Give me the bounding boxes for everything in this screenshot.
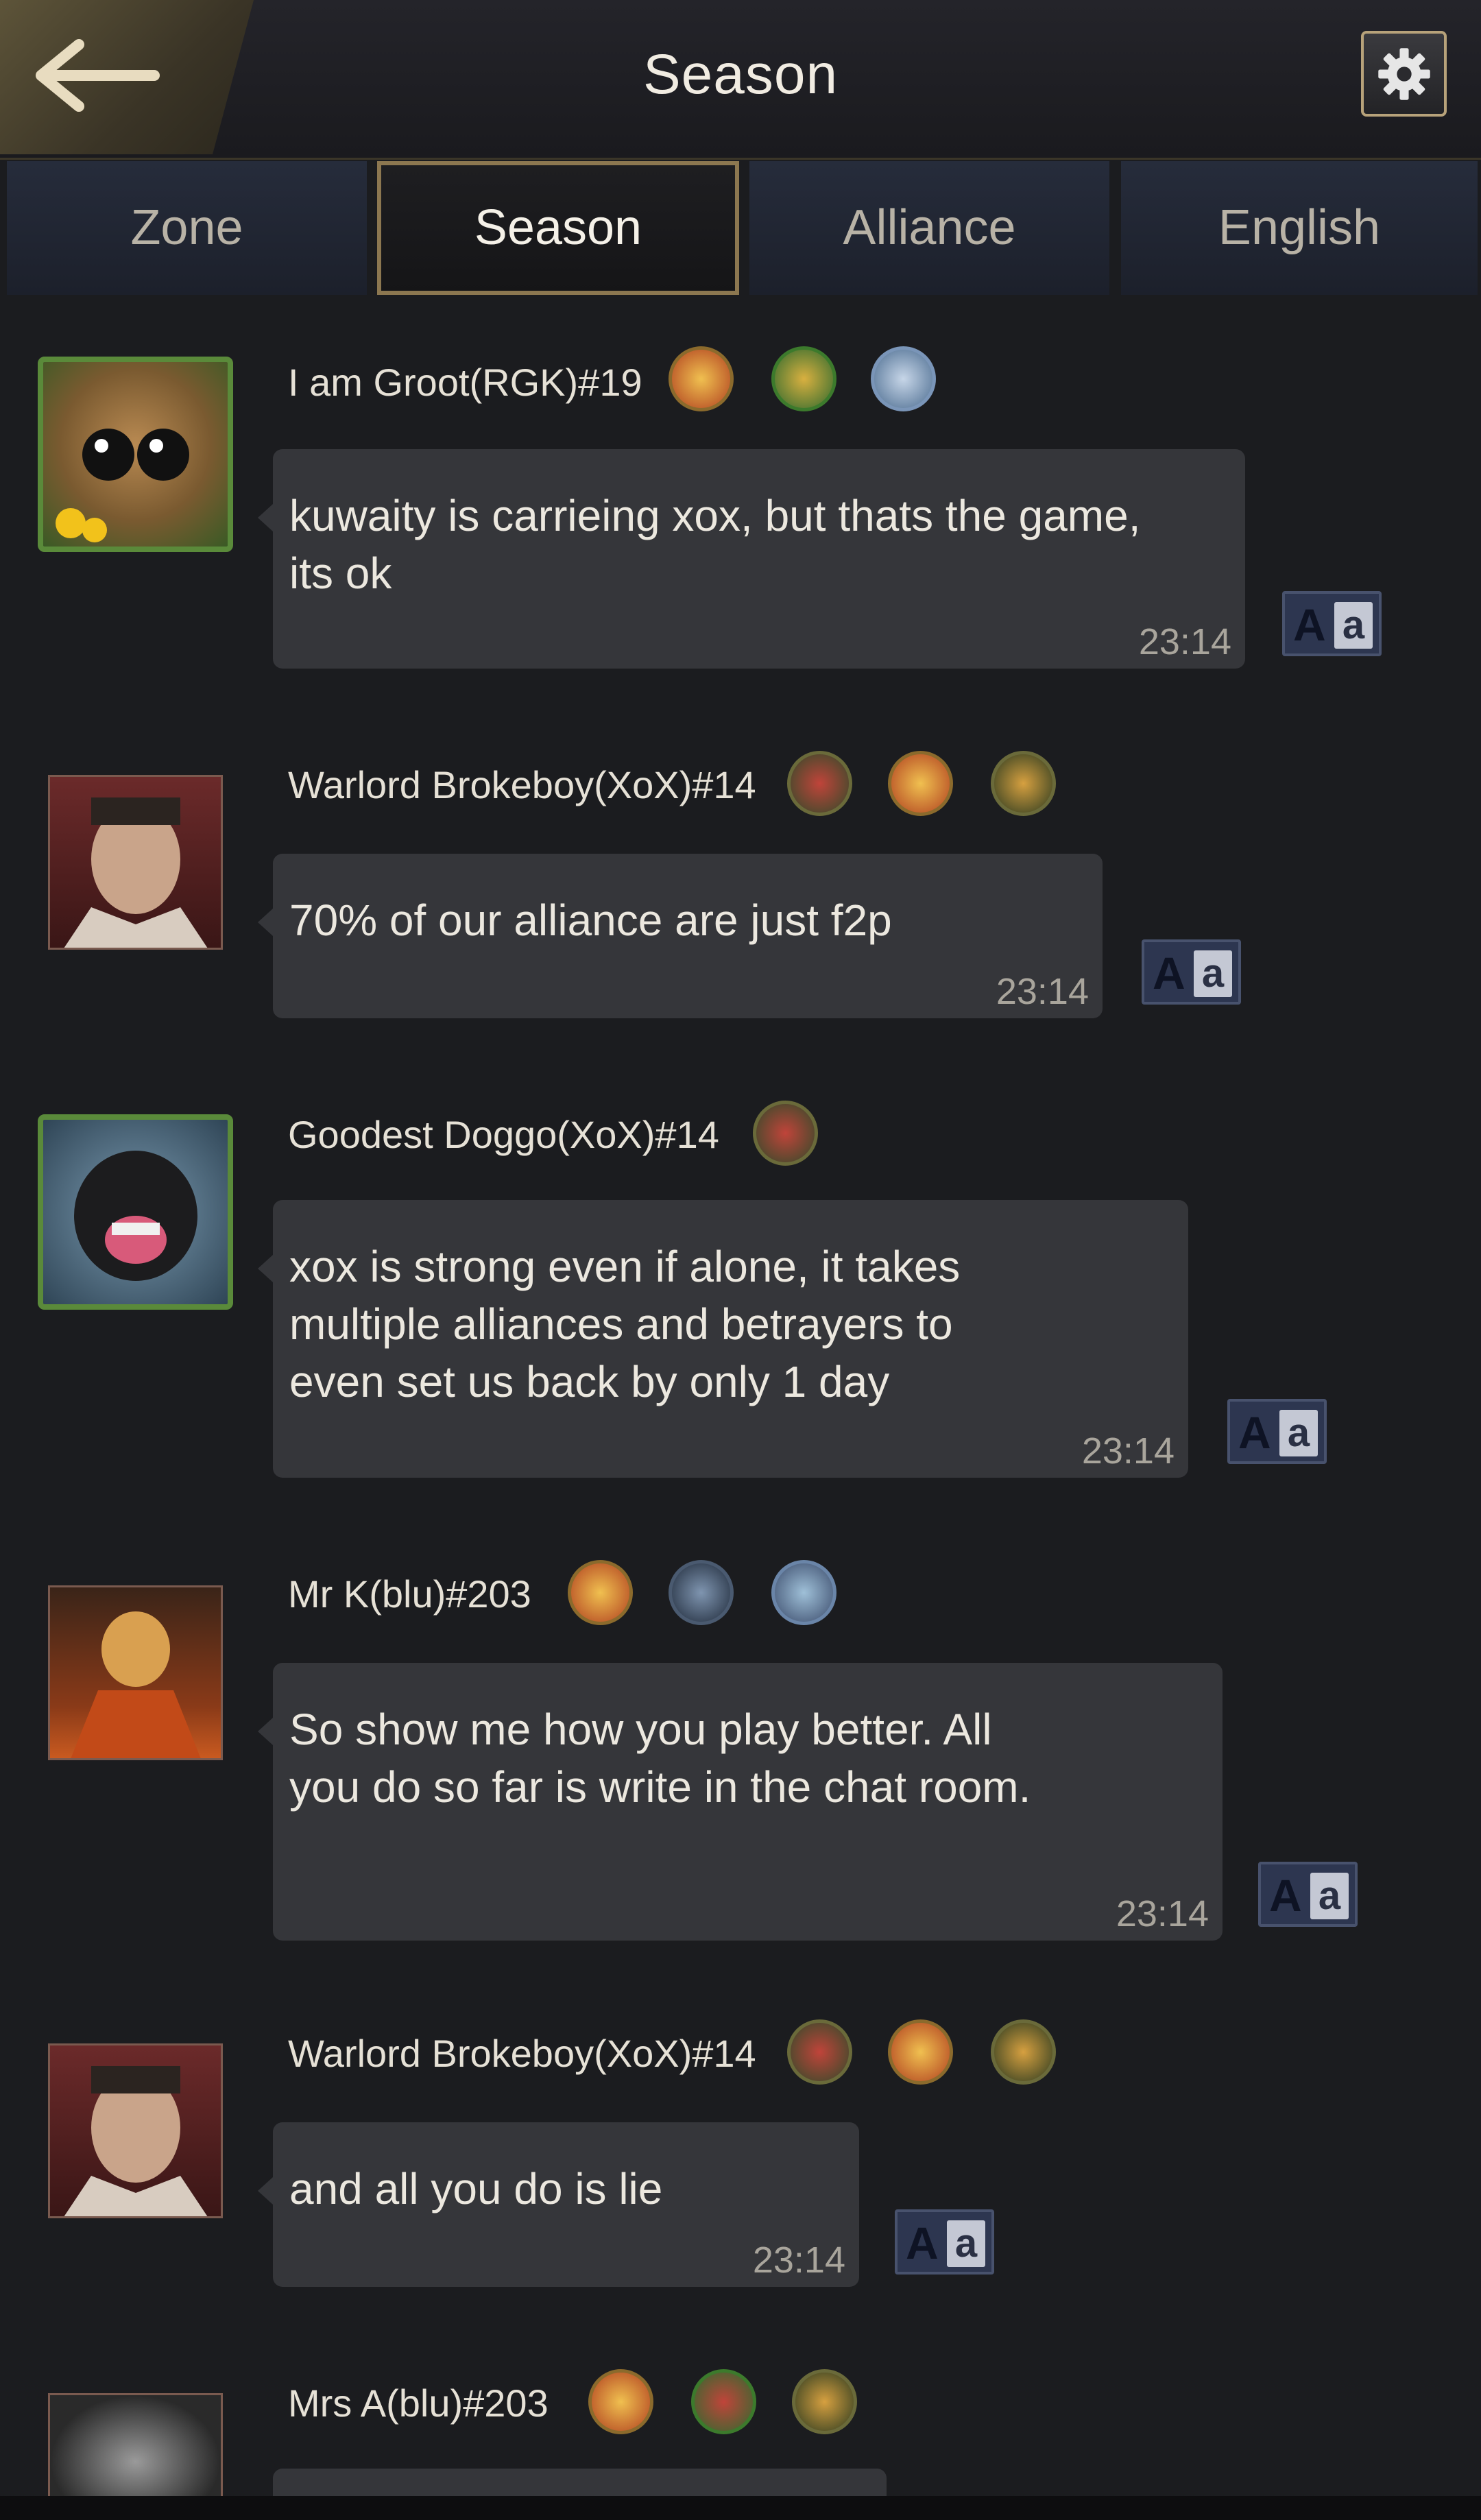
avatar[interactable]: [38, 1114, 233, 1310]
chat-message: Mrs A(blu)#203: [0, 2366, 1481, 2496]
message-bubble[interactable]: kuwaity is carrieing xox, but thats the …: [258, 449, 1245, 669]
avatar[interactable]: [48, 2043, 223, 2218]
message-text: and all you do is lie: [289, 2164, 663, 2213]
message-text: kuwaity is carrieing xox, but thats the …: [289, 491, 1141, 598]
badge-icon[interactable]: [753, 1101, 818, 1166]
message-text: So show me how you play better. All you …: [289, 1705, 1031, 1812]
translate-button[interactable]: A a: [1282, 591, 1382, 656]
message-bubble[interactable]: So show me how you play better. All you …: [258, 1663, 1223, 1941]
chat-message: Warlord Brokeboy(XoX)#14 70% of our alli…: [0, 747, 1481, 1035]
chat-message: Goodest Doggo(XoX)#14 xox is strong even…: [0, 1097, 1481, 1481]
sender-name[interactable]: Mr K(blu)#203: [288, 1572, 531, 1616]
sender-name[interactable]: Goodest Doggo(XoX)#14: [288, 1112, 719, 1157]
mrk-avatar-icon: [71, 1611, 201, 1758]
translate-button[interactable]: A a: [1227, 1399, 1327, 1464]
chat-message: I am Groot(RGK)#19 kuwaity is carrieing …: [0, 343, 1481, 672]
badge-icon[interactable]: [771, 346, 836, 411]
message-text: xox is strong even if alone, it takes mu…: [289, 1242, 961, 1406]
badge-icon[interactable]: [991, 2019, 1056, 2085]
translate-button[interactable]: A a: [1142, 939, 1241, 1005]
settings-button[interactable]: [1361, 31, 1447, 117]
badge-icon[interactable]: [787, 2019, 852, 2085]
header-bar: Season: [0, 0, 1481, 160]
message-bubble[interactable]: xox is strong even if alone, it takes mu…: [258, 1200, 1188, 1478]
sender-name[interactable]: Mrs A(blu)#203: [288, 2381, 549, 2425]
warlord-avatar-icon: [64, 2066, 208, 2216]
avatar[interactable]: [48, 775, 223, 950]
avatar[interactable]: [48, 1585, 223, 1760]
message-bubble[interactable]: and all you do is lie 23:14: [258, 2122, 859, 2287]
badge-icon[interactable]: [888, 2019, 953, 2085]
badge-icon[interactable]: [691, 2369, 756, 2434]
badge-icon[interactable]: [888, 751, 953, 816]
avatar[interactable]: [38, 357, 233, 552]
message-time: 23:14: [1116, 1893, 1209, 1934]
groot-avatar-icon: [56, 429, 189, 542]
sender-name[interactable]: I am Groot(RGK)#19: [288, 360, 642, 405]
badge-icon[interactable]: [792, 2369, 857, 2434]
message-bubble[interactable]: 70% of our alliance are just f2p 23:14: [258, 854, 1103, 1018]
badge-icon[interactable]: [771, 1560, 836, 1625]
warlord-avatar-icon: [64, 797, 208, 948]
badge-icon[interactable]: [669, 346, 734, 411]
tab-zone[interactable]: Zone: [7, 161, 367, 295]
badge-icon[interactable]: [588, 2369, 653, 2434]
translate-button[interactable]: A a: [895, 2209, 994, 2275]
tab-english[interactable]: English: [1121, 161, 1478, 295]
sender-name[interactable]: Warlord Brokeboy(XoX)#14: [288, 763, 756, 807]
badge-icon[interactable]: [669, 1560, 734, 1625]
message-bubble[interactable]: [273, 2469, 887, 2496]
translate-button[interactable]: A a: [1258, 1862, 1358, 1927]
badge-icon[interactable]: [991, 751, 1056, 816]
tab-season[interactable]: Season: [377, 161, 739, 295]
message-time: 23:14: [996, 971, 1089, 1012]
channel-tabs: Zone Season Alliance English: [0, 161, 1481, 298]
message-time: 23:14: [752, 2240, 845, 2281]
badge-icon[interactable]: [871, 346, 936, 411]
message-time: 23:14: [1138, 621, 1231, 662]
gear-icon: [1378, 48, 1430, 100]
chat-message: Mr K(blu)#203 So show me how you play be…: [0, 1557, 1481, 1947]
avatar[interactable]: [48, 2393, 223, 2496]
system-navigation-bar: [0, 2496, 1481, 2520]
page-title: Season: [642, 43, 839, 106]
badge-icon[interactable]: [787, 751, 852, 816]
badge-icon[interactable]: [568, 1560, 633, 1625]
message-text: 70% of our alliance are just f2p: [289, 896, 892, 945]
message-time: 23:14: [1081, 1430, 1175, 1472]
sender-name[interactable]: Warlord Brokeboy(XoX)#14: [288, 2031, 756, 2076]
tab-alliance[interactable]: Alliance: [749, 161, 1109, 295]
chat-message: Warlord Brokeboy(XoX)#14 and all you do …: [0, 2016, 1481, 2304]
dog-avatar-icon: [74, 1151, 197, 1281]
